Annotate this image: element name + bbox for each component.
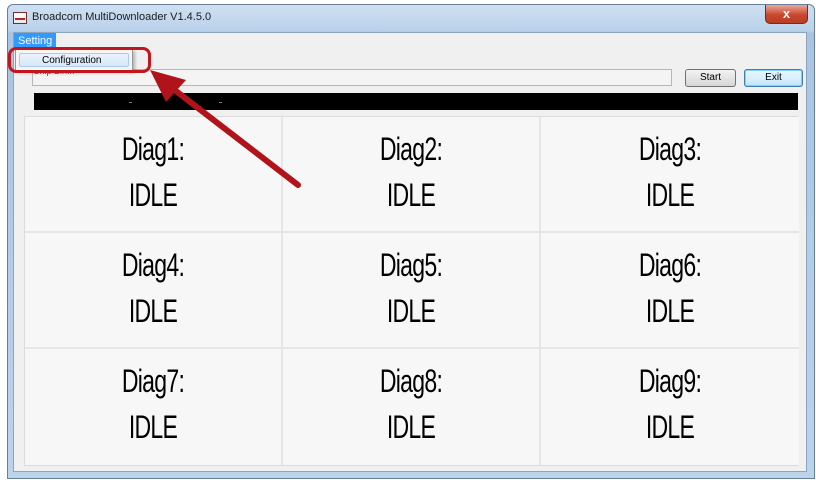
diag-state: IDLE xyxy=(645,409,695,445)
diag-state: IDLE xyxy=(645,293,695,329)
diag-name: Diag6: xyxy=(638,247,702,283)
diag-cell-7: Diag7: IDLE xyxy=(25,349,283,465)
diag-state: IDLE xyxy=(128,409,178,445)
diag-grid: Diag1: IDLE Diag2: IDLE Diag3: IDLE Diag… xyxy=(24,116,799,466)
diag-cell-3: Diag3: IDLE xyxy=(541,117,799,233)
start-button[interactable]: Start xyxy=(685,69,736,87)
diag-cell-4: Diag4: IDLE xyxy=(25,233,283,349)
close-button[interactable]: x xyxy=(765,5,808,24)
progress-bar xyxy=(34,93,798,110)
diag-state: IDLE xyxy=(386,293,436,329)
diag-name: Diag8: xyxy=(379,363,443,399)
diag-name: Diag1: xyxy=(121,131,185,167)
title-bar[interactable]: Broadcom MultiDownloader V1.4.5.0 x xyxy=(8,5,814,31)
diag-cell-9: Diag9: IDLE xyxy=(541,349,799,465)
diag-cell-1: Diag1: IDLE xyxy=(25,117,283,233)
diag-name: Diag4: xyxy=(121,247,185,283)
diag-name: Diag5: xyxy=(379,247,443,283)
diag-state: IDLE xyxy=(128,177,178,213)
diag-name: Diag9: xyxy=(638,363,702,399)
diag-cell-6: Diag6: IDLE xyxy=(541,233,799,349)
diag-name: Diag7: xyxy=(121,363,185,399)
diag-state: IDLE xyxy=(645,177,695,213)
progress-tick xyxy=(129,102,132,103)
diag-state: IDLE xyxy=(386,177,436,213)
diag-cell-8: Diag8: IDLE xyxy=(283,349,541,465)
app-window: Broadcom MultiDownloader V1.4.5.0 x Sett… xyxy=(7,4,815,479)
diag-cell-2: Diag2: IDLE xyxy=(283,117,541,233)
window-title: Broadcom MultiDownloader V1.4.5.0 xyxy=(32,11,212,23)
diag-name: Diag3: xyxy=(638,131,702,167)
diag-state: IDLE xyxy=(128,293,178,329)
diag-cell-5: Diag5: IDLE xyxy=(283,233,541,349)
progress-tick xyxy=(219,102,222,103)
annotation-highlight-ring xyxy=(8,47,151,73)
client-area: Setting Configuration Chip Bin... Start … xyxy=(13,32,807,472)
app-icon xyxy=(13,12,27,24)
exit-button[interactable]: Exit xyxy=(744,69,803,87)
diag-name: Diag2: xyxy=(379,131,443,167)
diag-state: IDLE xyxy=(386,409,436,445)
